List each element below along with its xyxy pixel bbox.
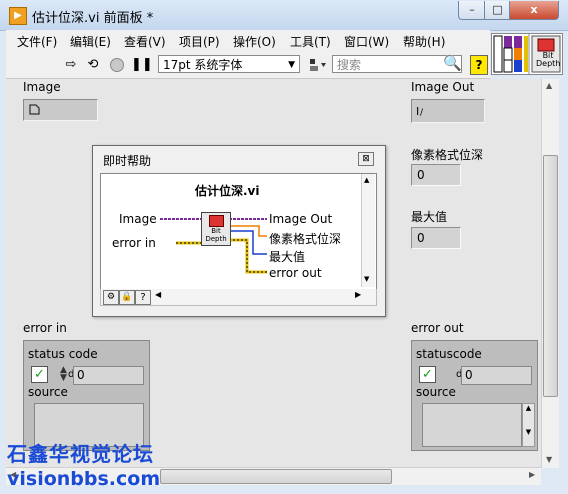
context-help-window[interactable]: 即时帮助 ⊠ 估计位深.vi Image error in Image Out … [92, 145, 386, 317]
context-help-content: 估计位深.vi Image error in Image Out 像素格式位深 … [100, 173, 377, 290]
error-out-source-scrollbar[interactable]: ▲ ▼ [522, 403, 535, 447]
vi-icon: Bit Depth [201, 212, 231, 246]
watermark-forum-name: 石鑫华视觉论坛 [7, 442, 154, 466]
vi-icon-label-line1: Bit [211, 227, 221, 235]
context-help-title: 即时帮助 [103, 154, 152, 168]
menu-tools[interactable]: 工具(T) [290, 33, 331, 50]
close-button[interactable]: x [509, 1, 559, 20]
scroll-down-icon[interactable]: ▼ [364, 275, 369, 283]
menu-window[interactable]: 窗口(W) [344, 33, 389, 50]
error-in-label: error in [23, 321, 67, 335]
scroll-left-icon[interactable]: ◀ [155, 290, 161, 299]
lock-icon[interactable]: 🔒 [119, 290, 135, 305]
menu-project[interactable]: 项目(P) [179, 33, 220, 50]
max-value-indicator[interactable]: 0 [411, 227, 461, 249]
error-out-label: error out [411, 321, 464, 335]
close-icon[interactable]: ⊠ [358, 152, 374, 166]
search-icon[interactable]: 🔍 [443, 54, 462, 72]
panel-horizontal-scroll-thumb[interactable] [160, 469, 392, 484]
image-label: Image [23, 80, 61, 94]
chevron-down-icon: ▼ [288, 60, 295, 70]
pause-icon[interactable]: ❚❚ [131, 57, 153, 73]
error-in-code-field[interactable]: 0 [73, 366, 144, 385]
image-control[interactable] [23, 99, 98, 121]
image-refnum-icon: I / [416, 105, 424, 118]
image-out-label: Image Out [411, 80, 475, 94]
window-title: 估计位深.vi 前面板 * [32, 11, 154, 26]
menu-view[interactable]: 查看(V) [124, 33, 166, 50]
svg-text:I: I [416, 105, 419, 118]
image-refnum-icon [29, 104, 40, 115]
labview-app-icon[interactable]: ▶ [9, 7, 27, 25]
svg-text:/: / [420, 108, 424, 118]
error-in-cluster[interactable]: status code ✓ ▲ ▼ d 0 source [23, 340, 150, 451]
menu-edit[interactable]: 编辑(E) [70, 33, 111, 50]
scroll-right-icon[interactable]: ▶ [355, 290, 361, 299]
image-icon [209, 215, 224, 227]
font-select[interactable]: 17pt 系统字体 ▼ [158, 55, 300, 73]
vi-icon-text-line2: Depth [536, 59, 561, 68]
pixel-format-indicator[interactable]: 0 [411, 164, 461, 186]
watermark-url: visionbbs.com [7, 468, 161, 490]
vi-icon-label: Bit Depth [202, 227, 230, 243]
vi-icon-text: Bit Depth [536, 52, 560, 68]
error-out-cluster[interactable]: statuscode ✓ d 0 source ▲ ▼ [411, 340, 538, 451]
error-out-code-field[interactable]: 0 [461, 366, 532, 385]
increment-arrows-icon[interactable]: ▲ ▼ [60, 366, 67, 383]
connector-wires [160, 218, 267, 274]
menu-help[interactable]: 帮助(H) [403, 33, 445, 50]
pixel-format-label: 像素格式位深 [411, 148, 484, 162]
abort-icon[interactable] [109, 57, 125, 73]
scroll-up-icon[interactable]: ▲ [364, 176, 369, 184]
context-help-bottom-bar: ⚙ 🔒 ? ◀ ▶ [100, 289, 377, 306]
context-help-button[interactable]: ? [470, 55, 488, 75]
detailed-help-icon[interactable]: ? [135, 290, 151, 305]
minimize-button[interactable]: – [458, 1, 486, 20]
maximize-button[interactable]: □ [484, 1, 511, 20]
scroll-down-icon[interactable]: ▼ [546, 455, 552, 464]
run-arrow-icon[interactable]: ⇨ [63, 57, 79, 73]
scroll-up-icon[interactable]: ▲ [546, 81, 552, 90]
font-select-value: 17pt 系统字体 [163, 58, 243, 72]
panel-vertical-scroll-thumb[interactable] [543, 155, 558, 397]
error-out-status-label: statuscode [416, 347, 482, 361]
context-help-vertical-scrollbar[interactable]: ▲ ▼ [361, 174, 375, 287]
align-objects-icon[interactable] [309, 57, 326, 73]
error-in-source-label: source [28, 385, 68, 399]
error-out-source-field[interactable] [422, 403, 522, 447]
menu-file[interactable]: 文件(F) [17, 33, 57, 50]
run-continuously-icon[interactable]: ⟲ [85, 57, 101, 73]
error-out-status-checkbox[interactable]: ✓ [419, 366, 436, 383]
error-out-source-label: source [416, 385, 456, 399]
scroll-right-icon[interactable]: ▶ [529, 470, 535, 479]
menu-operate[interactable]: 操作(O) [233, 33, 276, 50]
image-out-indicator[interactable]: I / [411, 99, 485, 123]
connector-pane[interactable]: Bit Depth [491, 33, 563, 75]
error-in-status-checkbox[interactable]: ✓ [31, 366, 48, 383]
show-optional-terminals-icon[interactable]: ⚙ [103, 290, 119, 305]
vi-icon-label-line2: Depth [205, 235, 227, 243]
error-in-status-label: status code [28, 347, 98, 361]
max-value-label: 最大值 [411, 210, 448, 224]
